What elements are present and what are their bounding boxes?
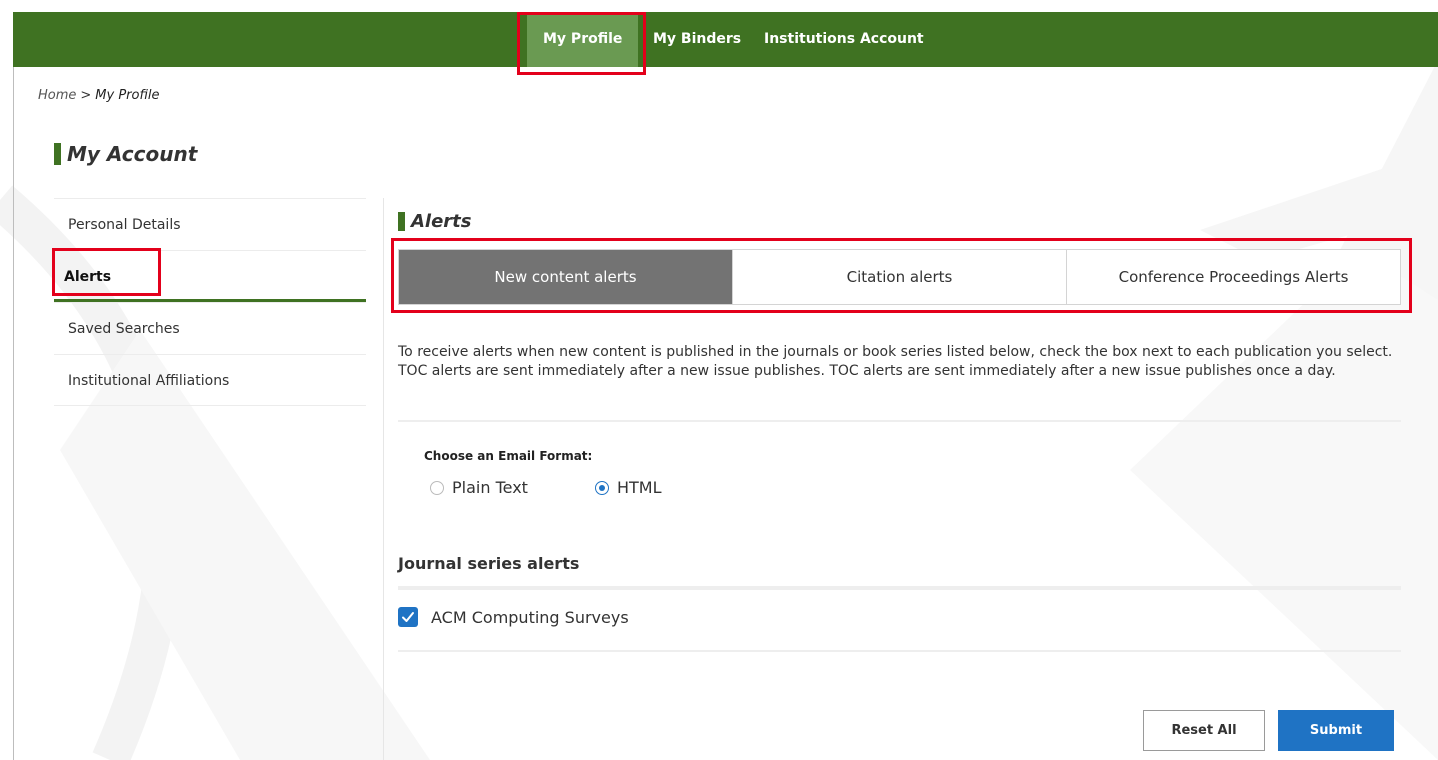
page: My Profile My Binders Institutions Accou… <box>0 0 1438 760</box>
sidebar-item-alerts[interactable]: Alerts <box>54 250 366 302</box>
divider-line <box>398 586 1401 590</box>
email-format-label: Choose an Email Format: <box>424 449 593 463</box>
sidebar-item-institutional-affiliations[interactable]: Institutional Affiliations <box>54 354 366 406</box>
journal-series-heading: Journal series alerts <box>398 554 580 573</box>
breadcrumb-home-link[interactable]: Home <box>38 88 76 103</box>
radio-button-checked[interactable] <box>595 480 609 495</box>
nav-my-binders[interactable]: My Binders <box>653 12 741 67</box>
tab-conference-proceedings-alerts[interactable]: Conference Proceedings Alerts <box>1067 250 1400 304</box>
tab-new-content-alerts[interactable]: New content alerts <box>399 250 733 304</box>
top-navigation-bar: My Profile My Binders Institutions Accou… <box>13 12 1438 67</box>
reset-all-button[interactable]: Reset All <box>1143 710 1265 751</box>
account-heading: My Account <box>54 142 197 166</box>
journal-item: ACM Computing Surveys <box>398 607 629 627</box>
heading-accent-bar <box>398 212 405 231</box>
journal-checkbox[interactable] <box>398 607 418 627</box>
breadcrumb: Home > My Profile <box>38 88 159 103</box>
page-left-border <box>13 67 14 760</box>
alerts-description: To receive alerts when new content is pu… <box>398 344 1393 379</box>
nav-my-profile[interactable]: My Profile <box>527 12 639 67</box>
radio-plain-text[interactable]: Plain Text <box>430 478 528 497</box>
journal-label: ACM Computing Surveys <box>431 607 629 627</box>
content-divider <box>383 198 384 760</box>
heading-accent-bar <box>54 143 61 165</box>
divider-line <box>398 650 1401 652</box>
radio-plain-text-label: Plain Text <box>452 478 528 497</box>
breadcrumb-current: My Profile <box>95 88 160 103</box>
sidebar: Personal Details Alerts Saved Searches I… <box>54 198 366 406</box>
divider-line <box>398 420 1401 422</box>
alerts-heading-text: Alerts <box>411 211 472 232</box>
sidebar-item-personal-details[interactable]: Personal Details <box>54 198 366 250</box>
alerts-heading: Alerts <box>398 211 472 232</box>
account-heading-text: My Account <box>67 142 198 166</box>
breadcrumb-separator: > <box>80 88 92 103</box>
alert-type-tabs: New content alerts Citation alerts Confe… <box>398 249 1401 305</box>
nav-institutions-account[interactable]: Institutions Account <box>764 12 924 67</box>
tab-citation-alerts[interactable]: Citation alerts <box>733 250 1067 304</box>
radio-html-label: HTML <box>617 478 662 497</box>
checkmark-icon <box>402 612 414 622</box>
radio-button-unchecked[interactable] <box>430 480 444 495</box>
radio-html[interactable]: HTML <box>595 478 662 497</box>
sidebar-item-saved-searches[interactable]: Saved Searches <box>54 302 366 354</box>
submit-button[interactable]: Submit <box>1278 710 1394 751</box>
